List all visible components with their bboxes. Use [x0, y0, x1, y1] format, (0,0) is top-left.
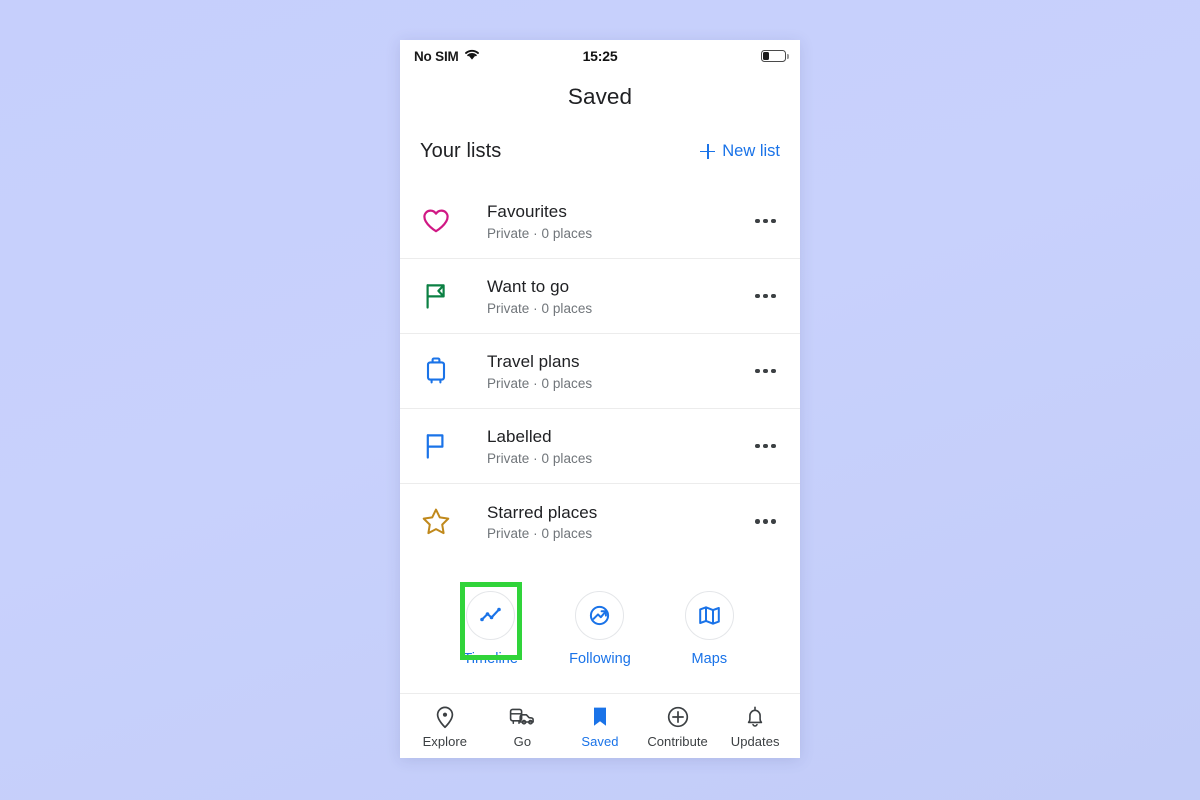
- list-item-favourites[interactable]: Favourites Private · 0 places: [400, 184, 800, 259]
- kebab-menu-icon[interactable]: [749, 507, 782, 536]
- section-header: Your lists New list: [400, 110, 800, 163]
- nav-label: Explore: [422, 734, 468, 749]
- list-item-subtitle: Private · 0 places: [487, 526, 593, 542]
- list-item-labelled[interactable]: Labelled Private · 0 places: [400, 409, 800, 484]
- bottom-navigation: Explore Go Saved Contribute Updates: [400, 696, 800, 758]
- shortcut-label: Maps: [691, 651, 728, 667]
- nav-label: Saved: [581, 734, 619, 749]
- list-item-name: Favourites: [487, 202, 567, 222]
- carrier-label: No SIM: [414, 48, 459, 64]
- list-item-text: Favourites Private · 0 places: [487, 201, 749, 241]
- list-item-text: Labelled Private · 0 places: [487, 426, 749, 466]
- nav-label: Contribute: [647, 734, 708, 749]
- list-item-name: Travel plans: [487, 352, 580, 372]
- plus-icon: [700, 144, 716, 159]
- nav-label: Updates: [730, 734, 780, 749]
- location-pin-icon: [434, 705, 456, 729]
- shortcut-maps[interactable]: Maps: [666, 582, 752, 667]
- list-item-subtitle: Private · 0 places: [487, 450, 593, 466]
- new-list-button[interactable]: New list: [700, 142, 780, 161]
- pin-flag-icon: [420, 430, 452, 462]
- list-item-text: Travel plans Private · 0 places: [487, 351, 749, 391]
- status-bar: No SIM 15:25: [400, 40, 800, 72]
- list-item-travel-plans[interactable]: Travel plans Private · 0 places: [400, 334, 800, 409]
- following-arrow-icon: [575, 591, 625, 640]
- list-item-name: Starred places: [487, 502, 598, 522]
- list-item-starred-places[interactable]: Starred places Private · 0 places: [400, 484, 800, 559]
- nav-item-explore[interactable]: Explore: [408, 705, 482, 749]
- nav-item-contribute[interactable]: Contribute: [641, 705, 715, 749]
- list-item-name: Labelled: [487, 427, 552, 447]
- list-item-text: Want to go Private · 0 places: [487, 276, 749, 316]
- kebab-menu-icon[interactable]: [749, 282, 782, 311]
- bell-icon: [744, 705, 766, 729]
- heart-icon: [420, 205, 452, 237]
- shortcut-following[interactable]: Following: [557, 582, 643, 667]
- wifi-icon: [464, 48, 480, 64]
- timeline-chart-icon: [466, 591, 516, 640]
- page-title: Saved: [567, 84, 633, 109]
- new-list-label: New list: [722, 142, 780, 160]
- phone-screen: No SIM 15:25 Saved Your lists New list F…: [400, 40, 800, 758]
- list-item-name: Want to go: [487, 277, 570, 297]
- list-item-subtitle: Private · 0 places: [487, 225, 593, 241]
- shortcut-label: Following: [569, 651, 631, 667]
- list-item-text: Starred places Private · 0 places: [487, 502, 749, 542]
- kebab-menu-icon[interactable]: [749, 432, 782, 461]
- nav-label: Go: [513, 734, 532, 749]
- your-lists-heading: Your lists: [420, 140, 502, 162]
- list-item-subtitle: Private · 0 places: [487, 375, 593, 391]
- plus-circle-icon: [666, 705, 690, 729]
- nav-item-updates[interactable]: Updates: [718, 705, 792, 749]
- list-item-want-to-go[interactable]: Want to go Private · 0 places: [400, 259, 800, 334]
- kebab-menu-icon[interactable]: [749, 357, 782, 386]
- star-icon: [420, 506, 452, 538]
- status-bar-left: No SIM: [414, 48, 480, 64]
- folded-map-icon: [684, 591, 734, 640]
- kebab-menu-icon[interactable]: [749, 207, 782, 236]
- flag-icon: [420, 280, 452, 312]
- bookmark-filled-icon: [590, 705, 610, 729]
- transit-car-icon: [509, 705, 535, 729]
- nav-item-go[interactable]: Go: [485, 705, 559, 749]
- saved-lists: Favourites Private · 0 places Want to go…: [400, 184, 800, 559]
- nav-item-saved[interactable]: Saved: [563, 705, 637, 749]
- status-bar-right: [761, 49, 789, 63]
- list-item-subtitle: Private · 0 places: [487, 300, 593, 316]
- suitcase-icon: [420, 355, 452, 387]
- shortcut-timeline[interactable]: Timeline: [448, 582, 534, 667]
- shortcut-row: Timeline Following Maps: [400, 559, 800, 694]
- battery-low-icon: [761, 49, 789, 63]
- shortcut-label: Timeline: [463, 651, 518, 667]
